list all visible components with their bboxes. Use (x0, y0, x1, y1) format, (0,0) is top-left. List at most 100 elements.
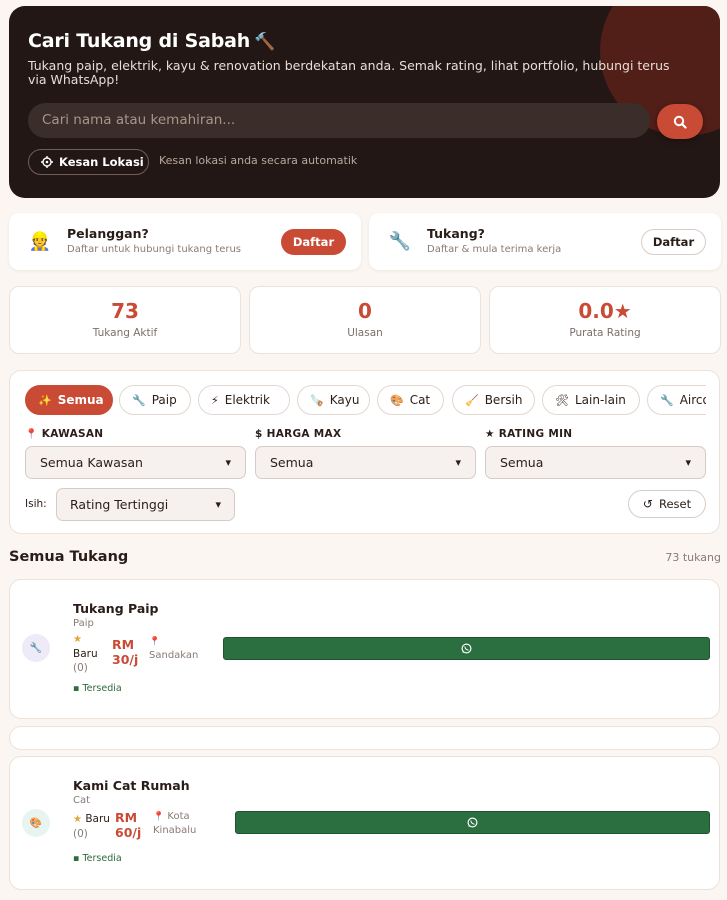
sort-label: Isih: (25, 498, 47, 510)
chip-label: Aircon (679, 393, 706, 407)
detect-location-label: Kesan Lokasi (59, 155, 144, 169)
availability-status: ▪ Tersedia (73, 853, 122, 864)
whatsapp-icon (467, 817, 478, 828)
sort-value: Rating Tertinggi (70, 497, 169, 512)
search-icon (673, 115, 687, 129)
sort-select[interactable]: Rating Tertinggi ▾ (56, 488, 235, 521)
chip-lain-lain[interactable]: 🛠 Lain-lain (542, 385, 640, 415)
pin-icon: 📍 (25, 428, 38, 440)
stat-active-tradespeople: 73 Tukang Aktif (9, 286, 241, 354)
tools-icon: 🛠 (555, 393, 569, 407)
dollar-icon: $ (255, 428, 263, 440)
price-currency: RM (112, 637, 135, 652)
tradesperson-name: Kami Cat Rumah (73, 778, 190, 793)
rating-label: ★ RATING MIN (485, 428, 572, 440)
kawasan-value: Semua Kawasan (40, 455, 143, 470)
search-input[interactable]: Cari nama atau kemahiran... (28, 103, 650, 138)
tradesperson-category: Paip (73, 618, 94, 629)
rating-label: Baru (85, 813, 110, 825)
stat-label: Tukang Aktif (92, 327, 158, 339)
chip-aircon[interactable]: 🔧 Aircon (647, 385, 706, 415)
stat-label: Purata Rating (569, 327, 641, 339)
location-text-line2: Kinabalu (153, 825, 197, 836)
list-title: Semua Tukang (9, 549, 129, 565)
hero-subtitle: Tukang paip, elektrik, kayu & renovation… (28, 58, 670, 87)
tradesperson-card-item[interactable]: 🎨 Kami Cat Rumah Cat ★ Baru (0) RM 60/j … (9, 756, 720, 890)
stat-value: 0 (358, 299, 372, 323)
tradesperson-price: RM 60/j (115, 810, 141, 840)
rating-label-text: RATING MIN (498, 428, 573, 440)
tradesperson-category: Cat (73, 795, 91, 806)
chevron-down-icon: ▾ (215, 498, 221, 511)
reset-button[interactable]: ↺ Reset (628, 490, 706, 518)
sparkle-icon: ✨ (38, 393, 52, 407)
harga-value: Semua (270, 455, 314, 470)
review-count: (0) (73, 828, 88, 840)
star-icon: ★ (485, 428, 495, 440)
hammer-icon: 🔨 (254, 32, 276, 52)
detect-location-button[interactable]: Kesan Lokasi (28, 149, 149, 175)
tradesperson-location: 📍 Kota Kinabalu (153, 810, 196, 837)
chip-bersih[interactable]: 🧹 Bersih (452, 385, 535, 415)
wrench-icon: 🔧 (132, 393, 146, 407)
rating-select[interactable]: Semua ▾ (485, 446, 706, 479)
whatsapp-button[interactable] (235, 811, 710, 834)
wrench-icon: 🔧 (22, 634, 50, 662)
review-count: (0) (73, 662, 88, 674)
hero-title-text: Cari Tukang di Sabah (28, 30, 251, 52)
wrench-icon: 🔧 (660, 393, 674, 407)
availability-status: ▪ Tersedia (73, 683, 122, 694)
kawasan-label-text: KAWASAN (41, 428, 104, 440)
star-icon: ★ (73, 634, 82, 645)
location-text: Sandakan (149, 650, 199, 661)
wrench-icon: 🔧 (388, 230, 412, 252)
tradesperson-title: Tukang? (427, 226, 485, 241)
kawasan-label: 📍 KAWASAN (25, 428, 103, 440)
detect-location-hint: Kesan lokasi anda secara automatik (159, 154, 358, 167)
chip-label: Bersih (484, 393, 523, 407)
price-rate: 60/j (115, 825, 142, 840)
tradesperson-desc: Daftar & mula terima kerja (427, 244, 562, 255)
palette-icon: 🎨 (390, 393, 404, 407)
refresh-icon: ↺ (642, 497, 653, 511)
tradesperson-location: 📍 Sandakan (149, 635, 198, 662)
customer-desc: Daftar untuk hubungi tukang terus (67, 244, 242, 255)
whatsapp-button[interactable] (223, 637, 710, 660)
price-rate: 30/j (112, 652, 139, 667)
crosshair-icon (41, 156, 53, 168)
tradesperson-name: Tukang Paip (73, 601, 159, 616)
harga-select[interactable]: Semua ▾ (255, 446, 476, 479)
chip-cat[interactable]: 🎨 Cat (377, 385, 444, 415)
whatsapp-icon (461, 643, 472, 654)
chip-label: Lain-lain (574, 393, 626, 407)
broom-icon: 🧹 (465, 393, 479, 407)
harga-label-text: HARGA MAX (266, 428, 342, 440)
stat-label: Ulasan (347, 327, 383, 339)
chip-label: Paip (151, 393, 177, 407)
chevron-down-icon: ▾ (225, 456, 231, 469)
price-currency: RM (115, 810, 138, 825)
harga-label: $ HARGA MAX (255, 428, 341, 440)
list-count: 73 tukang (665, 551, 721, 564)
customer-card: 👷 Pelanggan? Daftar untuk hubungi tukang… (9, 213, 361, 270)
tradesperson-card-item[interactable]: 🔧 Tukang Paip Paip ★ Baru (0) RM 30/j 📍 … (9, 579, 720, 719)
star-icon: ★ (73, 814, 82, 825)
chip-kayu[interactable]: 🪚 Kayu (297, 385, 370, 415)
chip-label: Elektrik (224, 393, 270, 407)
chip-paip[interactable]: 🔧 Paip (119, 385, 191, 415)
chip-label: Cat (409, 393, 431, 407)
stat-value: 0.0★ (578, 299, 632, 323)
kawasan-select[interactable]: Semua Kawasan ▾ (25, 446, 246, 479)
search-button[interactable] (657, 104, 703, 139)
customer-title: Pelanggan? (67, 226, 149, 241)
lightning-icon: ⚡ (211, 393, 219, 407)
tradesperson-card: 🔧 Tukang? Daftar & mula terima kerja Daf… (369, 213, 721, 270)
hero-title: Cari Tukang di Sabah 🔨 (28, 30, 275, 52)
customer-register-button[interactable]: Daftar (281, 229, 346, 255)
chip-elektrik[interactable]: ⚡ Elektrik (198, 385, 290, 415)
chip-semua[interactable]: ✨ Semua (25, 385, 113, 415)
tradesperson-rating: ★ Baru (0) (73, 632, 98, 675)
stat-value: 73 (111, 299, 139, 323)
tradesperson-register-button[interactable]: Daftar (641, 229, 706, 255)
availability-text: Tersedia (82, 853, 122, 864)
